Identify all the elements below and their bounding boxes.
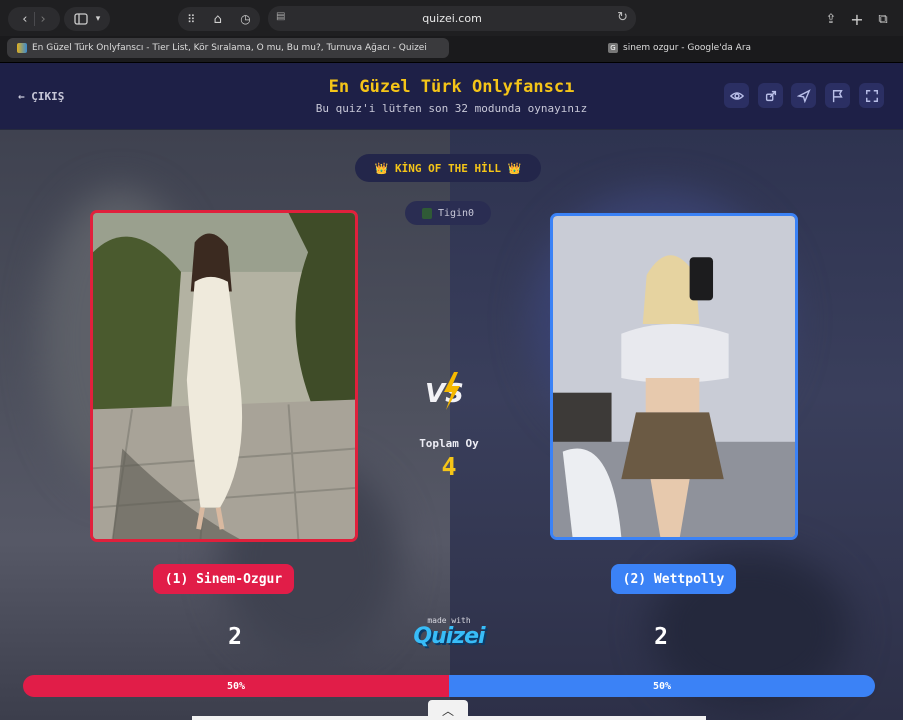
creator-name: Tigin0 — [437, 207, 475, 219]
tab-label: sinem ozgur - Google'da Ara — [623, 43, 752, 53]
share-button[interactable] — [758, 83, 783, 108]
report-button[interactable] — [825, 83, 850, 108]
share-icon: ⇪ — [825, 11, 837, 27]
flag-icon — [832, 89, 843, 102]
vote-left-button[interactable]: (1) Sinem-Ozgur — [153, 564, 294, 594]
fullscreen-button[interactable] — [859, 83, 884, 108]
page-settings-icon[interactable]: ▤ — [276, 11, 286, 23]
quiz-header: ← ÇIKIŞ En Güzel Türk Onlyfanscı Bu quiz… — [0, 63, 903, 129]
tab-quizei[interactable]: En Güzel Türk Onlyfanscı - Tier List, Kö… — [7, 38, 449, 58]
chevron-up-icon: ︿ — [441, 703, 454, 718]
left-score: 2 — [228, 624, 242, 650]
sidebar-toggle-button[interactable]: ▾ — [64, 7, 110, 31]
expand-drawer-button[interactable]: ︿ — [428, 700, 468, 720]
quizei-logo[interactable]: Quizei — [404, 624, 494, 652]
mode-badge: 👑 KİNG OF THE HİLL 👑 — [355, 154, 541, 182]
vote-share-bar: 50% 50% — [23, 675, 875, 697]
vote-right-button[interactable]: (2) Wettpolly — [611, 564, 736, 594]
view-button[interactable] — [724, 83, 749, 108]
vs-emblem: VS — [425, 372, 464, 410]
fullscreen-icon — [865, 89, 878, 102]
left-contestant-image[interactable] — [90, 210, 358, 542]
address-bar[interactable]: ▤ quizei.com ↻ — [268, 6, 636, 31]
eye-icon — [729, 91, 744, 100]
start-page-group: ⠿ ⌂ ◷ — [178, 7, 260, 31]
vs-text: VS — [425, 379, 464, 409]
chevron-down-icon: ▾ — [95, 14, 101, 24]
tab-overview-button[interactable]: ⧉ — [872, 7, 894, 31]
forward-icon[interactable]: › — [41, 12, 46, 27]
home-icon[interactable]: ⌂ — [214, 12, 222, 27]
matchup-arena: 👑 KİNG OF THE HİLL 👑 Tigin0 VS Toplam Oy… — [0, 130, 903, 720]
quizei-favicon-icon — [17, 43, 27, 53]
total-votes-label: Toplam Oy — [419, 437, 479, 450]
right-score: 2 — [654, 624, 668, 650]
tab-label: En Güzel Türk Onlyfanscı - Tier List, Kö… — [32, 43, 427, 53]
google-favicon-icon: G — [608, 43, 618, 53]
plus-icon: + — [850, 9, 864, 29]
back-icon[interactable]: ‹ — [22, 12, 27, 27]
total-votes-value: 4 — [441, 452, 457, 481]
creator-badge[interactable]: Tigin0 — [405, 201, 491, 225]
new-tab-button[interactable]: + — [846, 7, 868, 31]
share-browser-button[interactable]: ⇪ — [820, 7, 842, 31]
address-text: quizei.com — [422, 12, 482, 25]
right-contestant-image[interactable] — [550, 213, 798, 540]
avatar — [421, 207, 432, 219]
clock-icon[interactable]: ◷ — [240, 12, 250, 26]
send-button[interactable] — [791, 83, 816, 108]
left-share-segment: 50% — [23, 675, 449, 697]
reload-icon[interactable]: ↻ — [617, 10, 628, 25]
history-nav[interactable]: ‹ › — [8, 7, 60, 31]
tab-bar: En Güzel Türk Onlyfanscı - Tier List, Kö… — [0, 36, 903, 63]
sidebar-icon — [74, 13, 88, 25]
browser-toolbar: ‹ › ▾ ⠿ ⌂ ◷ ▤ quizei.com ↻ ⇪ + ⧉ — [0, 0, 903, 36]
send-icon — [796, 88, 811, 103]
grid-icon[interactable]: ⠿ — [187, 13, 195, 26]
share-icon — [765, 90, 776, 101]
tab-google-search[interactable]: G sinem ozgur - Google'da Ara — [598, 38, 898, 58]
tabs-icon: ⧉ — [878, 11, 888, 27]
right-share-segment: 50% — [449, 675, 875, 697]
